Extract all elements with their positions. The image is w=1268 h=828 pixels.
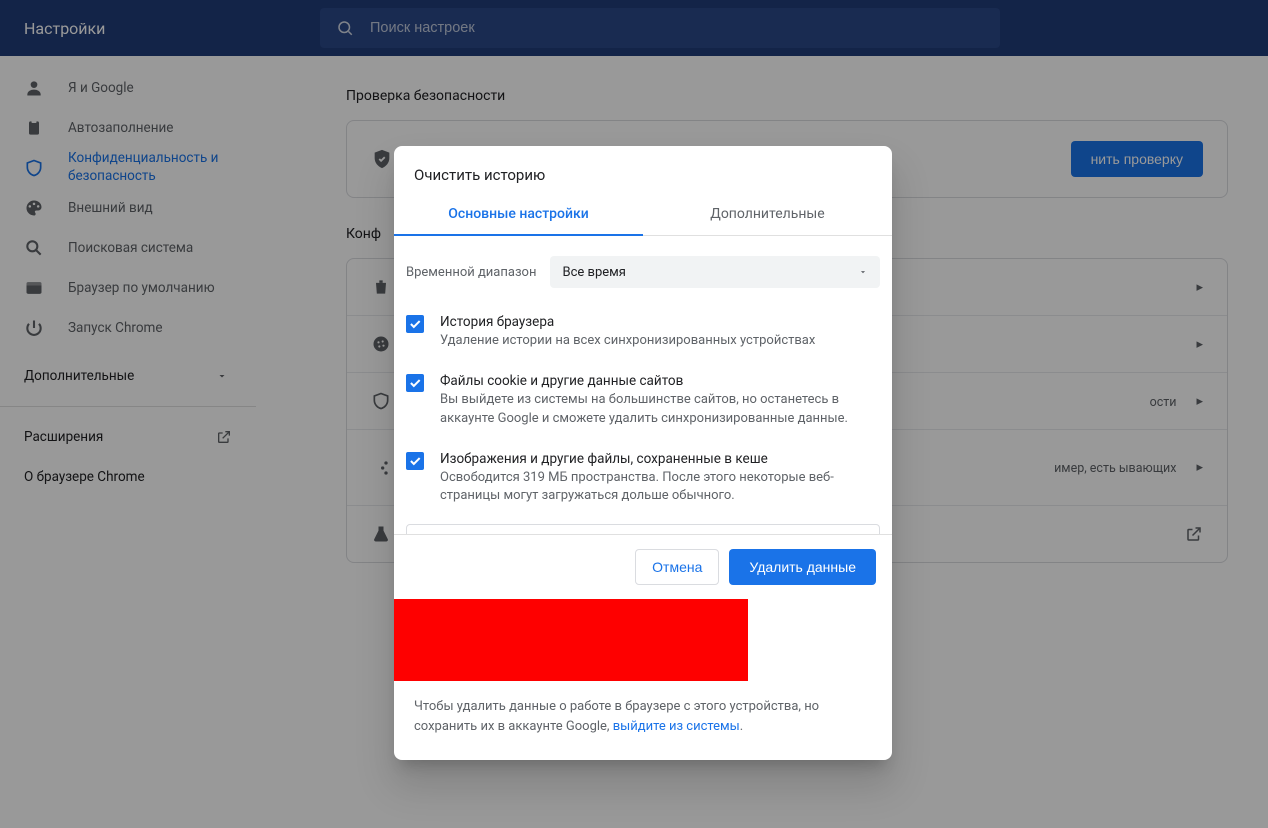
option-title: Файлы cookie и другие данные сайтов xyxy=(440,373,880,389)
option-cookies[interactable]: Файлы cookie и другие данные сайтов Вы в… xyxy=(402,365,884,443)
checkbox-checked[interactable] xyxy=(406,315,424,333)
time-range-value: Все время xyxy=(562,265,625,280)
cancel-button[interactable]: Отмена xyxy=(635,549,719,585)
dialog-actions: Отмена Удалить данные xyxy=(394,535,892,599)
checkbox-checked[interactable] xyxy=(406,374,424,392)
option-sub: Вы выйдете из системы на большинстве сай… xyxy=(440,391,880,429)
tab-advanced[interactable]: Дополнительные xyxy=(643,196,892,236)
option-sub: Освободится 319 МБ пространства. После э… xyxy=(440,469,880,507)
option-cached-images[interactable]: Изображения и другие файлы, сохраненные … xyxy=(402,443,884,521)
dialog-footer: Чтобы удалить данные о работе в браузере… xyxy=(394,681,892,760)
option-sub: Удаление истории на всех синхронизирован… xyxy=(440,332,815,351)
google-activity-info: G Сведения о других действиях могут сохр… xyxy=(406,524,880,535)
time-range-label: Временной диапазон xyxy=(406,265,536,280)
sign-out-link[interactable]: выйдите из системы xyxy=(613,719,740,734)
option-browsing-history[interactable]: История браузера Удаление истории на все… xyxy=(402,306,884,365)
clear-data-button[interactable]: Удалить данные xyxy=(729,549,876,585)
dialog-title: Очистить историю xyxy=(394,146,892,196)
option-title: История браузера xyxy=(440,314,815,330)
clear-browsing-data-dialog: Очистить историю Основные настройки Допо… xyxy=(394,146,892,760)
dialog-tabs: Основные настройки Дополнительные xyxy=(394,196,892,236)
tab-basic[interactable]: Основные настройки xyxy=(394,196,643,236)
chevron-down-icon xyxy=(858,267,868,277)
dialog-body[interactable]: Временной диапазон Все время История бра… xyxy=(394,236,892,535)
option-title: Изображения и другие файлы, сохраненные … xyxy=(440,451,880,467)
checkbox-checked[interactable] xyxy=(406,452,424,470)
time-range-select[interactable]: Все время xyxy=(550,256,880,288)
redacted-block xyxy=(394,599,748,681)
